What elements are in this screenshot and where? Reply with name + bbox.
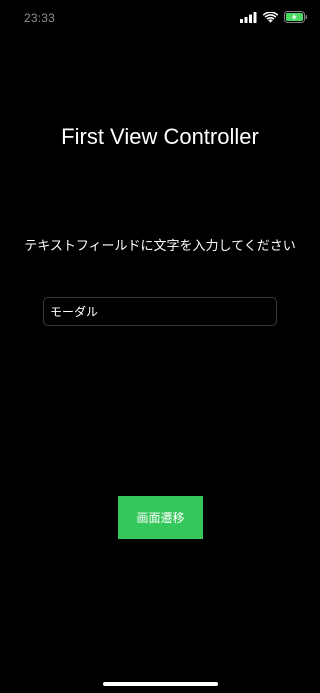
status-icons bbox=[240, 11, 308, 23]
status-time: 23:33 bbox=[24, 11, 56, 25]
battery-charging-icon bbox=[284, 11, 308, 23]
page-title: First View Controller bbox=[61, 124, 259, 149]
status-bar: 23:33 bbox=[0, 0, 320, 40]
text-input[interactable] bbox=[43, 297, 277, 326]
home-indicator[interactable] bbox=[103, 682, 218, 686]
instruction-label: テキストフィールドに文字を入力してください bbox=[24, 239, 296, 254]
wifi-icon bbox=[263, 11, 278, 23]
screen-transition-button[interactable]: 画面遷移 bbox=[118, 496, 203, 539]
signal-icon bbox=[240, 11, 257, 23]
